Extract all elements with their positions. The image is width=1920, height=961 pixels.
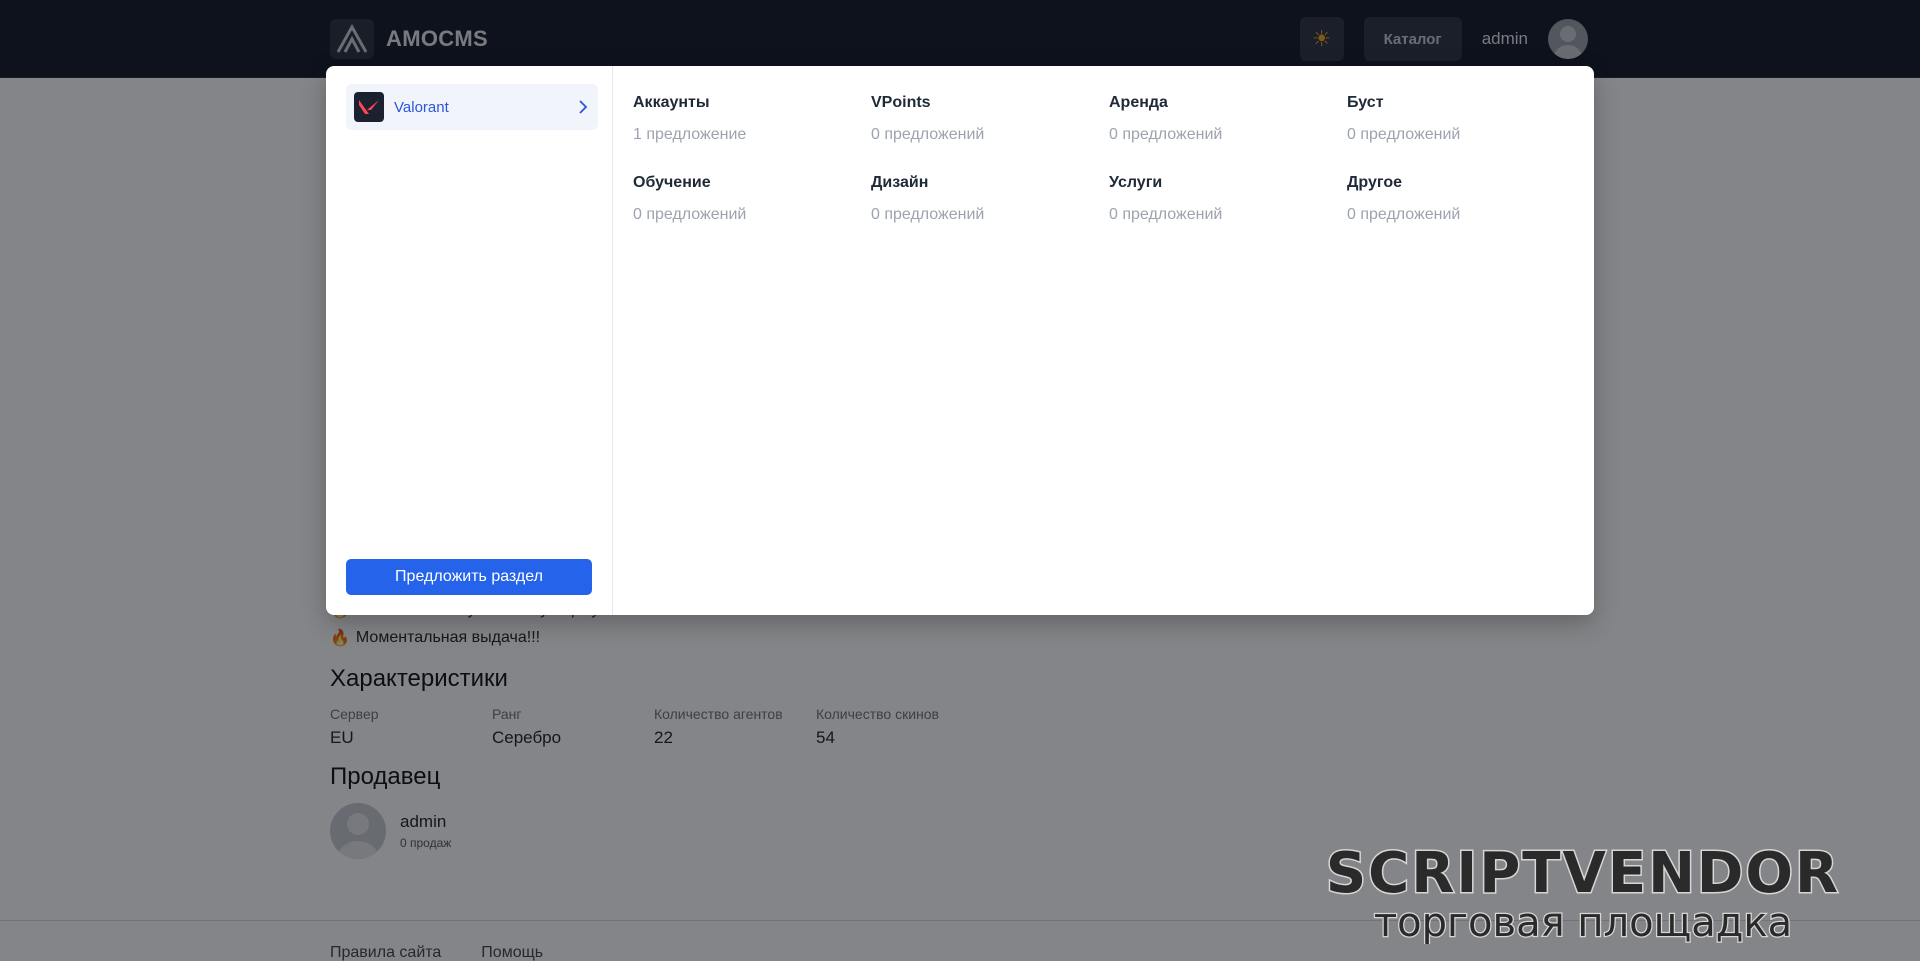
category-count: 0 предложений bbox=[1109, 206, 1223, 223]
category-title: Аренда bbox=[1109, 94, 1168, 111]
category-training[interactable]: Обучение 0 предложений bbox=[633, 174, 871, 254]
category-other[interactable]: Другое 0 предложений bbox=[1347, 174, 1585, 254]
category-title: Другое bbox=[1347, 174, 1402, 191]
category-title: Обучение bbox=[633, 174, 711, 191]
valorant-icon bbox=[354, 92, 384, 122]
category-services[interactable]: Услуги 0 предложений bbox=[1109, 174, 1347, 254]
category-count: 1 предложение bbox=[633, 126, 747, 143]
category-count: 0 предложений bbox=[871, 126, 985, 143]
watermark-title: SCRIPTVENDOR bbox=[1326, 841, 1840, 906]
category-boost[interactable]: Буст 0 предложений bbox=[1347, 94, 1585, 174]
catalog-game-list: Valorant Предложить раздел bbox=[326, 66, 613, 615]
category-design[interactable]: Дизайн 0 предложений bbox=[871, 174, 1109, 254]
category-vpoints[interactable]: VPoints 0 предложений bbox=[871, 94, 1109, 174]
scriptvendor-watermark: SCRIPTVENDOR торговая площадка bbox=[1324, 840, 1840, 945]
chevron-right-icon bbox=[578, 100, 588, 114]
category-count: 0 предложений bbox=[871, 206, 985, 223]
category-count: 0 предложений bbox=[1109, 126, 1223, 143]
watermark-subtitle: торговая площадка bbox=[1374, 900, 1792, 944]
catalog-dropdown: Valorant Предложить раздел Аккаунты 1 пр… bbox=[326, 66, 1594, 615]
suggest-section-button[interactable]: Предложить раздел bbox=[346, 559, 592, 595]
category-count: 0 предложений bbox=[633, 206, 747, 223]
category-accounts[interactable]: Аккаунты 1 предложение bbox=[633, 94, 871, 174]
game-label: Valorant bbox=[394, 98, 449, 116]
category-title: Услуги bbox=[1109, 174, 1163, 191]
game-item-valorant[interactable]: Valorant bbox=[346, 84, 598, 130]
category-count: 0 предложений bbox=[1347, 126, 1461, 143]
category-grid: Аккаунты 1 предложение VPoints 0 предлож… bbox=[613, 66, 1594, 615]
category-title: Дизайн bbox=[871, 174, 929, 191]
category-rent[interactable]: Аренда 0 предложений bbox=[1109, 94, 1347, 174]
category-title: Буст bbox=[1347, 94, 1384, 111]
category-count: 0 предложений bbox=[1347, 206, 1461, 223]
category-title: VPoints bbox=[871, 94, 931, 111]
category-title: Аккаунты bbox=[633, 94, 710, 111]
